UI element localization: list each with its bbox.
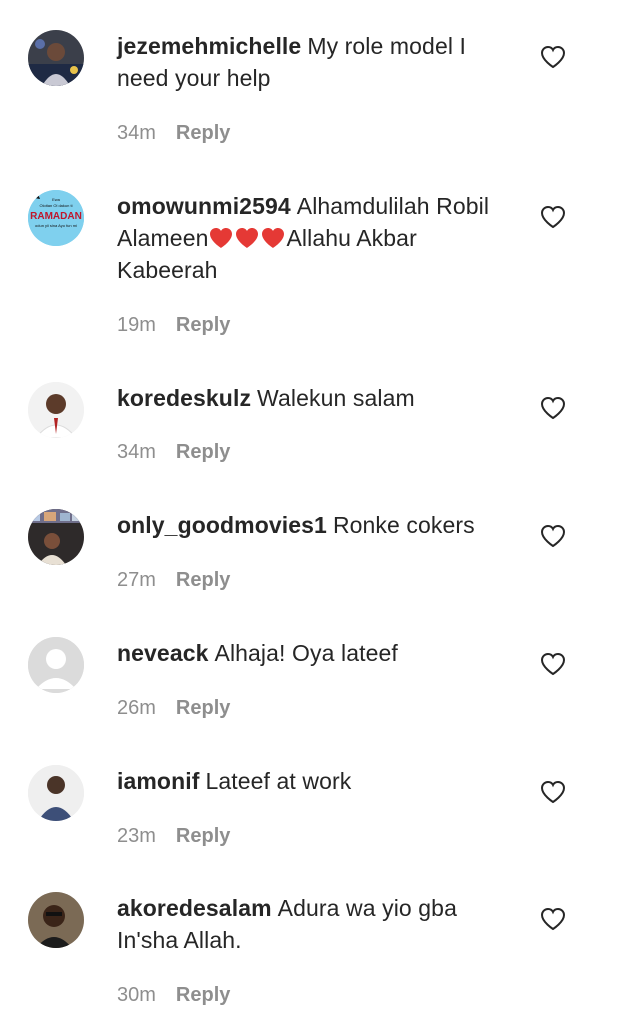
comment-username[interactable]: only_goodmovies1 (117, 512, 327, 538)
user-photo-icon (28, 30, 84, 86)
reply-button[interactable]: Reply (176, 314, 230, 336)
like-heart-icon[interactable] (540, 524, 566, 548)
avatar-text: RAMADAN (30, 211, 82, 222)
reply-button[interactable]: Reply (176, 825, 230, 847)
comment-text: iamonif Lateef at work (117, 765, 512, 797)
comment-meta: 26m Reply (117, 696, 230, 720)
avatar-text: Oloitan Ol dakun ti (40, 203, 73, 208)
comment-meta: 34m Reply (117, 440, 230, 464)
comment-time: 34m (117, 122, 156, 144)
reply-button[interactable]: Reply (176, 569, 230, 591)
avatar[interactable] (28, 637, 84, 693)
comment-time: 26m (117, 697, 156, 719)
comment-username[interactable]: koredeskulz (117, 385, 251, 411)
like-heart-icon[interactable] (540, 45, 566, 69)
reply-button[interactable]: Reply (176, 984, 230, 1006)
avatar[interactable] (28, 509, 84, 565)
user-photo-icon (28, 509, 84, 565)
red-heart-emoji-icon (236, 228, 259, 248)
like-heart-icon[interactable] (540, 907, 566, 931)
like-heart-icon[interactable] (540, 205, 566, 229)
comment-body: Ronke cokers (332, 512, 475, 538)
comment-time: 34m (117, 441, 156, 463)
avatar[interactable] (28, 382, 84, 438)
comment-body: Alhaja! Oya lateef (214, 640, 398, 666)
avatar[interactable] (28, 30, 84, 86)
comment-time: 23m (117, 825, 156, 847)
comment-meta: 27m Reply (117, 568, 230, 592)
reply-button[interactable]: Reply (176, 697, 230, 719)
like-heart-icon[interactable] (540, 780, 566, 804)
comment-username[interactable]: iamonif (117, 768, 199, 794)
comment-username[interactable]: jezemehmichelle (117, 33, 301, 59)
comment-username[interactable]: neveack (117, 640, 209, 666)
comment-meta: 34m Reply (117, 121, 230, 145)
user-photo-icon (28, 892, 84, 948)
comment-text: omowunmi2594 Alhamdulilah Robil Alameen Al… (117, 190, 512, 286)
comment-meta: 19m Reply (117, 313, 230, 337)
comment-text: jezemehmichelle My role model I need your… (117, 30, 512, 94)
ramadan-avatar-icon: Ewa Oloitan Ol dakun ti RAMADAN odun yii… (28, 190, 84, 246)
comment-time: 27m (117, 569, 156, 591)
comment-text: akoredesalam Adura wa yio gba In'sha Alla… (117, 892, 512, 956)
reply-button[interactable]: Reply (176, 441, 230, 463)
comment-meta: 30m Reply (117, 983, 230, 1007)
avatar-text: odun yii sina Ayo fun mi (35, 223, 77, 228)
like-heart-icon[interactable] (540, 396, 566, 420)
user-photo-icon (28, 765, 84, 821)
avatar[interactable]: Ewa Oloitan Ol dakun ti RAMADAN odun yii… (28, 190, 84, 246)
like-heart-icon[interactable] (540, 652, 566, 676)
avatar[interactable] (28, 765, 84, 821)
comment-username[interactable]: omowunmi2594 (117, 193, 291, 219)
red-heart-emoji-icon (262, 228, 285, 248)
reply-button[interactable]: Reply (176, 122, 230, 144)
default-avatar-icon (28, 637, 84, 693)
comment-text: only_goodmovies1 Ronke cokers (117, 509, 512, 541)
comment-time: 30m (117, 984, 156, 1006)
comment-text: neveack Alhaja! Oya lateef (117, 637, 512, 669)
comment-time: 19m (117, 314, 156, 336)
user-photo-icon (28, 382, 84, 438)
comment-body: Lateef at work (205, 768, 352, 794)
avatar-text: Ewa (52, 197, 61, 202)
avatar[interactable] (28, 892, 84, 948)
comment-body: Walekun salam (257, 385, 415, 411)
comment-meta: 23m Reply (117, 824, 230, 848)
comment-username[interactable]: akoredesalam (117, 895, 272, 921)
comment-text: koredeskulz Walekun salam (117, 382, 512, 414)
red-heart-emoji-icon (210, 228, 233, 248)
